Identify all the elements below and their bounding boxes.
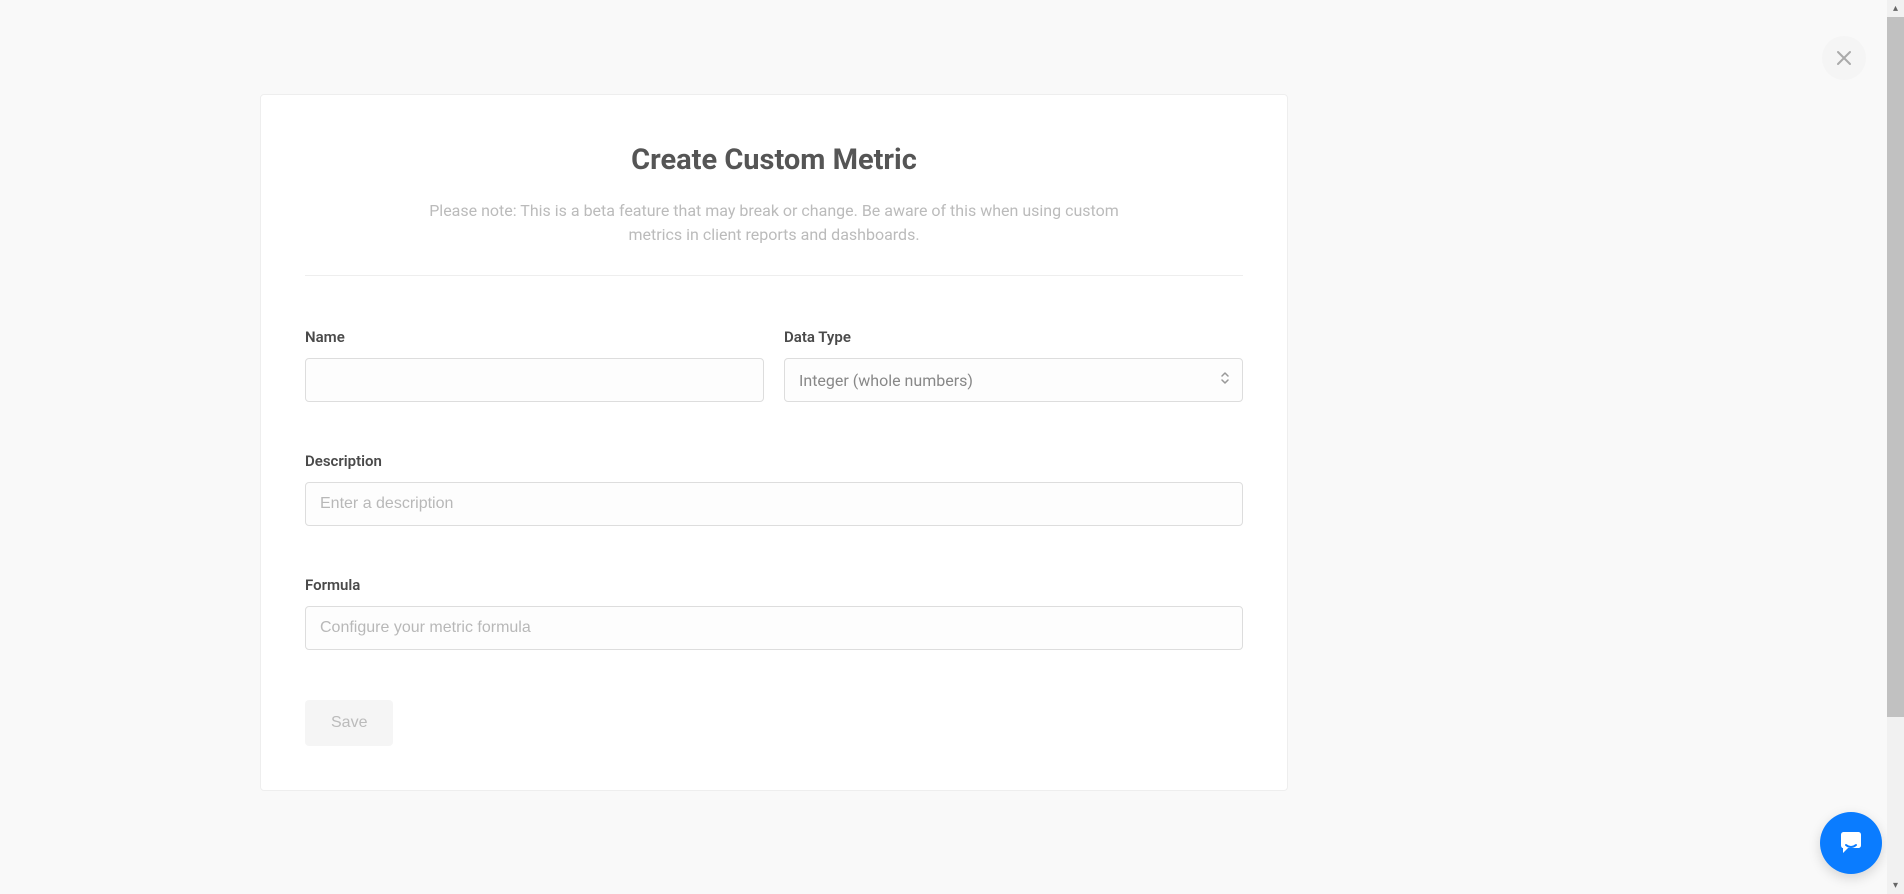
datatype-select[interactable]: Integer (whole numbers) — [784, 358, 1243, 402]
description-label: Description — [305, 452, 1243, 470]
scrollbar-track[interactable]: ▴ ▾ — [1887, 0, 1904, 894]
form-group-description: Description — [305, 452, 1243, 526]
form-row-name-type: Name Data Type Integer (whole numbers) — [305, 328, 1243, 402]
modal-container: Create Custom Metric Please note: This i… — [0, 0, 1904, 894]
name-input[interactable] — [305, 358, 764, 402]
close-button[interactable] — [1822, 36, 1866, 80]
modal-title: Create Custom Metric — [305, 143, 1243, 177]
chat-icon — [1835, 827, 1867, 859]
form-group-datatype: Data Type Integer (whole numbers) — [784, 328, 1243, 402]
formula-input[interactable] — [305, 606, 1243, 650]
formula-label: Formula — [305, 576, 1243, 594]
save-button[interactable]: Save — [305, 700, 393, 746]
datatype-label: Data Type — [784, 328, 1243, 346]
scrollbar-arrow-down-icon[interactable]: ▾ — [1887, 877, 1904, 894]
datatype-select-wrapper[interactable]: Integer (whole numbers) — [784, 358, 1243, 402]
name-label: Name — [305, 328, 764, 346]
datatype-selected-value: Integer (whole numbers) — [799, 371, 973, 390]
modal-header: Create Custom Metric Please note: This i… — [305, 143, 1243, 276]
modal-card: Create Custom Metric Please note: This i… — [260, 94, 1288, 791]
modal-subtitle: Please note: This is a beta feature that… — [414, 199, 1134, 247]
form-group-name: Name — [305, 328, 764, 402]
form-group-formula: Formula — [305, 576, 1243, 650]
scrollbar-thumb[interactable] — [1887, 17, 1904, 717]
chat-widget-button[interactable] — [1820, 812, 1882, 874]
close-icon — [1832, 46, 1856, 70]
description-input[interactable] — [305, 482, 1243, 526]
scrollbar-arrow-up-icon[interactable]: ▴ — [1887, 0, 1904, 17]
